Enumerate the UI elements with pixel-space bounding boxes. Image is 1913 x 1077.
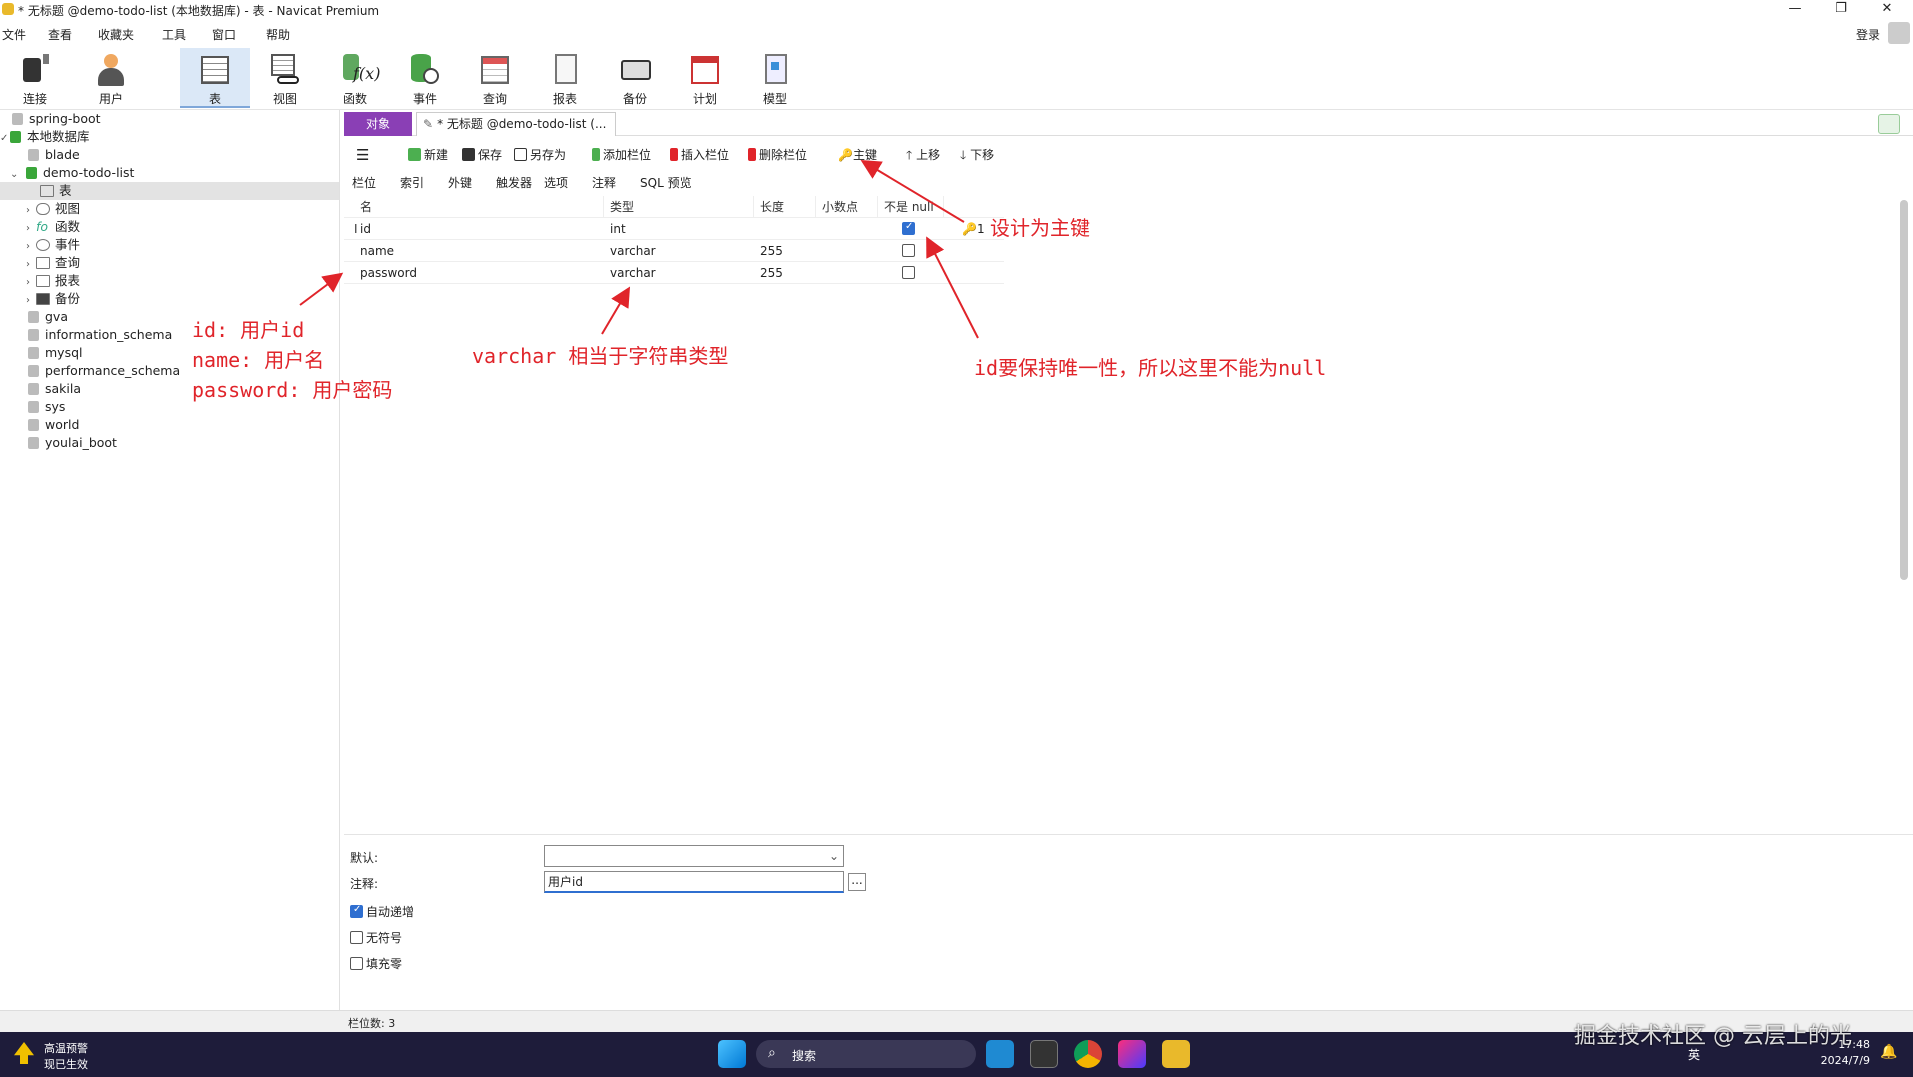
zerofill-label: 填充零	[366, 957, 403, 971]
field-count: 栏位数: 3	[348, 1017, 396, 1030]
taskbar-search-box[interactable]: ⌕ 搜索	[756, 1040, 976, 1068]
default-select[interactable]: ⌄	[544, 845, 844, 867]
field-properties-panel: 默认: ⌄ 注释: 用户id ... 自动递增 无符号 填充零	[344, 834, 1913, 1010]
default-label: 默认:	[350, 851, 379, 865]
unsigned-option[interactable]: 无符号	[350, 929, 402, 946]
weather-title[interactable]: 高温预警	[44, 1040, 88, 1056]
arrow-to-type	[601, 286, 631, 335]
zerofill-option[interactable]: 填充零	[350, 955, 402, 972]
annotation-field-name: name: 用户名	[192, 348, 325, 372]
chrome-icon[interactable]	[1074, 1040, 1102, 1068]
windows-start-icon[interactable]	[718, 1040, 746, 1068]
notification-bell-icon[interactable]: 🔔	[1880, 1044, 1897, 1060]
intellij-icon[interactable]	[1118, 1040, 1146, 1068]
annotation-field-id: id: 用户id	[192, 318, 305, 342]
unsigned-label: 无符号	[366, 931, 403, 945]
annotation-primary-key: 设计为主键	[990, 216, 1090, 240]
terminal-icon[interactable]	[1030, 1040, 1058, 1068]
zerofill-checkbox[interactable]	[350, 957, 363, 970]
vscode-icon[interactable]	[986, 1040, 1014, 1068]
annotation-field-password: password: 用户密码	[192, 378, 393, 402]
annotation-not-null: id要保持唯一性，所以这里不能为null	[974, 356, 1327, 380]
comment-label: 注释:	[350, 877, 379, 891]
arrow-to-not-null	[926, 236, 979, 339]
annotation-varchar: varchar 相当于字符串类型	[472, 344, 729, 368]
comment-ellipsis-button[interactable]: ...	[848, 873, 866, 891]
unsigned-checkbox[interactable]	[350, 931, 363, 944]
comment-input[interactable]: 用户id	[544, 871, 844, 893]
search-placeholder: 搜索	[792, 1049, 817, 1063]
search-icon: ⌕	[768, 1045, 776, 1061]
weather-subtitle: 现已生效	[44, 1058, 88, 1071]
auto-increment-checkbox[interactable]	[350, 904, 363, 918]
watermark: 掘金技术社区 @ 云层上的光	[1574, 1024, 1852, 1049]
navicat-taskbar-icon[interactable]	[1162, 1040, 1190, 1068]
chevron-down-icon: ⌄	[828, 849, 839, 863]
clock-date[interactable]: 2024/7/9	[1820, 1054, 1870, 1067]
arrow-to-fields	[299, 272, 344, 306]
vertical-scrollbar[interactable]	[1900, 200, 1908, 580]
auto-increment-option[interactable]: 自动递增	[350, 903, 414, 920]
auto-increment-label: 自动递增	[366, 905, 415, 919]
weather-warning-icon	[14, 1042, 34, 1064]
arrow-to-primary-key	[860, 159, 965, 223]
